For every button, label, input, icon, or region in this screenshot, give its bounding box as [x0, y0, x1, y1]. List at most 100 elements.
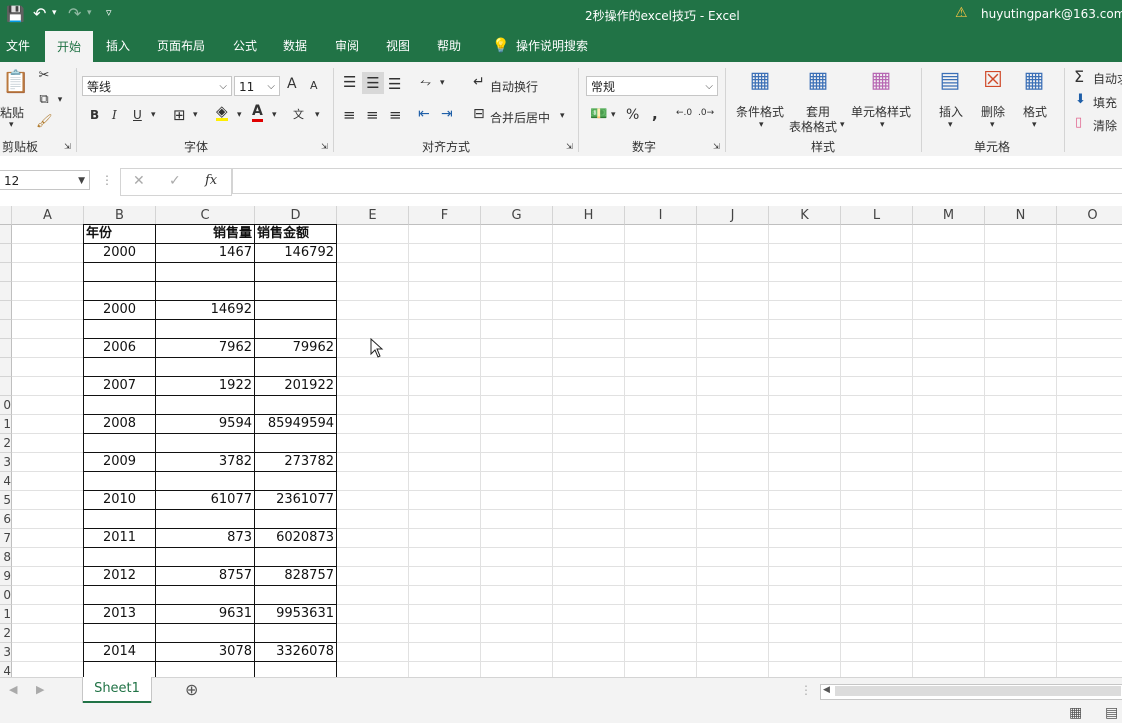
header-sales-volume[interactable]: 销售量	[156, 225, 254, 243]
tab-formulas[interactable]: 公式	[227, 30, 263, 62]
cell-year[interactable]: 2006	[84, 339, 155, 357]
worksheet-grid[interactable]: A B C D E F G H I J K L M N O 0 1 2 3 4 5 6 7 8 9 0 1 2 3 4 年份 销售量 销售金额 2…	[0, 206, 1122, 677]
row-header[interactable]: 6	[0, 510, 12, 529]
row-header[interactable]: 2	[0, 434, 12, 453]
cell-sales-amount[interactable]	[255, 263, 336, 281]
cell-sales-amount[interactable]	[255, 320, 336, 338]
align-left-icon[interactable]: ≡	[343, 106, 356, 124]
row-header[interactable]	[0, 339, 12, 358]
scroll-left-icon[interactable]: ◀	[823, 685, 830, 695]
cell-sales-amount[interactable]: 828757	[255, 567, 336, 585]
cell-year[interactable]	[84, 624, 155, 642]
grow-font-button[interactable]: A	[287, 76, 297, 92]
clear-button[interactable]: 清除	[1093, 117, 1117, 134]
format-cells-button[interactable]: 格式	[1023, 103, 1047, 120]
cell-sales-volume[interactable]	[156, 510, 254, 528]
format-as-table-icon[interactable]: ▦	[803, 68, 833, 100]
align-right-icon[interactable]: ≡	[389, 106, 402, 124]
row-header[interactable]	[0, 358, 12, 377]
tab-split-handle-icon[interactable]: ⋮	[800, 683, 812, 697]
cell-sales-amount[interactable]	[255, 301, 336, 319]
row-header[interactable]	[0, 263, 12, 282]
tell-me-search[interactable]: 操作说明搜索	[510, 30, 594, 62]
cell-sales-volume[interactable]: 9631	[156, 605, 254, 623]
orientation-dropdown-icon[interactable]: ▾	[440, 78, 445, 88]
cell-sales-amount[interactable]: 6020873	[255, 529, 336, 547]
cell-sales-amount[interactable]	[255, 548, 336, 566]
eraser-icon[interactable]: ▯	[1075, 115, 1082, 130]
cell-sales-amount[interactable]	[255, 586, 336, 604]
cell-year[interactable]: 2009	[84, 453, 155, 471]
cell-year[interactable]: 2008	[84, 415, 155, 433]
cell-year[interactable]: 2000	[84, 244, 155, 262]
paste-button[interactable]: 粘贴	[0, 104, 24, 121]
cell-sales-volume[interactable]	[156, 396, 254, 414]
cell-sales-volume[interactable]: 1467	[156, 244, 254, 262]
cell-sales-volume[interactable]	[156, 320, 254, 338]
align-bottom-icon[interactable]: ☰	[388, 75, 401, 93]
fill-button[interactable]: 填充	[1093, 94, 1117, 111]
merge-center-icon[interactable]: ⊟	[473, 106, 485, 122]
cell-sales-amount[interactable]	[255, 472, 336, 490]
cell-sales-volume[interactable]	[156, 586, 254, 604]
row-header[interactable]: 1	[0, 415, 12, 434]
cell-year[interactable]	[84, 510, 155, 528]
align-middle-icon[interactable]: ☰	[362, 72, 384, 94]
cell-sales-volume[interactable]: 873	[156, 529, 254, 547]
cell-year[interactable]: 2011	[84, 529, 155, 547]
insert-cells-button[interactable]: 插入	[939, 103, 963, 120]
orientation-icon[interactable]: ⥊	[420, 74, 431, 90]
column-header-i[interactable]: I	[625, 206, 697, 225]
column-header-m[interactable]: M	[913, 206, 985, 225]
row-header[interactable]	[0, 320, 12, 339]
wrap-text-icon[interactable]: ↵	[473, 74, 485, 90]
cell-sales-amount[interactable]	[255, 282, 336, 300]
cancel-icon[interactable]: ✕	[133, 173, 145, 189]
row-header[interactable]	[0, 225, 12, 244]
cell-sales-amount[interactable]: 85949594	[255, 415, 336, 433]
row-header[interactable]	[0, 377, 12, 396]
merge-center-button[interactable]: 合并后居中	[490, 109, 550, 126]
percent-button[interactable]: %	[626, 107, 639, 123]
accounting-format-icon[interactable]: 💵	[590, 106, 607, 122]
paste-icon[interactable]: 📋	[2, 70, 30, 96]
cell-sales-volume[interactable]	[156, 662, 254, 677]
conditional-formatting-icon[interactable]: ▦	[745, 68, 775, 100]
customize-quick-access-icon[interactable]: ▿	[106, 6, 112, 19]
accounting-dropdown-icon[interactable]: ▾	[611, 110, 616, 120]
cell-year[interactable]: 2012	[84, 567, 155, 585]
cell-year[interactable]	[84, 434, 155, 452]
fill-color-dropdown-icon[interactable]: ▾	[237, 110, 242, 120]
format-as-table-dropdown-icon[interactable]: ▾	[840, 120, 845, 130]
normal-view-icon[interactable]: ▦	[1069, 705, 1082, 721]
font-name-select[interactable]: 等线 ⌵	[82, 76, 232, 96]
tab-page-layout[interactable]: 页面布局	[151, 30, 211, 62]
row-header[interactable]: 4	[0, 662, 12, 677]
cell-sales-volume[interactable]	[156, 282, 254, 300]
cell-sales-volume[interactable]	[156, 548, 254, 566]
cell-sales-amount[interactable]	[255, 396, 336, 414]
fill-color-icon[interactable]: ◈	[216, 104, 228, 121]
row-header[interactable]	[0, 244, 12, 263]
undo-icon[interactable]: ↶	[33, 4, 46, 23]
autosum-icon[interactable]: Σ	[1074, 67, 1084, 86]
row-header[interactable]: 4	[0, 472, 12, 491]
column-header-a[interactable]: A	[12, 206, 84, 225]
italic-button[interactable]: I	[112, 108, 117, 122]
paste-dropdown-icon[interactable]: ▾	[9, 120, 14, 130]
cell-sales-amount[interactable]: 201922	[255, 377, 336, 395]
borders-icon[interactable]: ⊞	[173, 106, 186, 124]
cell-sales-volume[interactable]: 7962	[156, 339, 254, 357]
cell-sales-amount[interactable]: 273782	[255, 453, 336, 471]
cell-sales-volume[interactable]	[156, 472, 254, 490]
cell-year[interactable]	[84, 586, 155, 604]
number-launcher-icon[interactable]: ⇲	[713, 142, 720, 151]
column-header-n[interactable]: N	[985, 206, 1057, 225]
column-header-c[interactable]: C	[156, 206, 255, 225]
bold-button[interactable]: B	[90, 108, 99, 122]
cell-year[interactable]: 2010	[84, 491, 155, 509]
cell-year[interactable]	[84, 263, 155, 281]
underline-dropdown-icon[interactable]: ▾	[151, 110, 156, 120]
autosum-button[interactable]: 自动求	[1093, 70, 1122, 87]
sheet-tab-sheet1[interactable]: Sheet1	[83, 677, 151, 703]
